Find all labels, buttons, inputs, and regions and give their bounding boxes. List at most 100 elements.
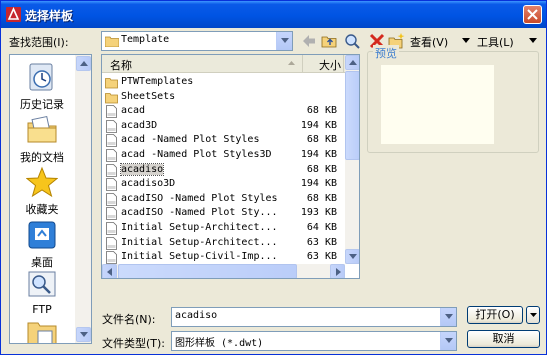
file-row[interactable]: acad -Named Plot Styles3D 194 KB (102, 148, 345, 162)
file-name: acadISO -Named Plot Sty... (121, 207, 278, 219)
favorites-star-icon (26, 166, 58, 198)
select-template-dialog: 选择样板 查找范围(I): Template 查看(V) 工具(L) 历史记录 … (0, 0, 547, 355)
autocad-app-icon (6, 7, 21, 22)
column-size-label: 大小 (319, 59, 341, 72)
dwt-file-icon (106, 178, 117, 192)
open-options-button[interactable] (526, 306, 540, 324)
chevron-down-icon (530, 313, 537, 317)
file-name: Initial Setup-Architect... (121, 236, 278, 248)
chevron-down-icon (445, 314, 453, 319)
folder-row[interactable]: PTWTemplates (102, 75, 345, 89)
scroll-right-button[interactable] (330, 264, 345, 278)
title-bar[interactable]: 选择样板 (1, 1, 546, 28)
chevron-right-icon (336, 268, 341, 276)
cancel-button[interactable]: 取消 (467, 330, 540, 348)
chevron-up-icon (80, 61, 88, 66)
file-size: 64 KB (306, 222, 337, 233)
file-name: acad (121, 105, 146, 117)
file-row[interactable]: Initial Setup-Architect... 64 KB (102, 221, 345, 235)
file-size: 63 KB (306, 236, 337, 248)
search-web-icon[interactable] (343, 32, 361, 50)
look-in-value: Template (121, 34, 170, 45)
file-size: 63 KB (306, 251, 337, 263)
preview-label: 预览 (373, 45, 399, 61)
file-name: SheetSets (121, 90, 176, 102)
preview-image (381, 65, 494, 144)
file-size: 68 KB (306, 192, 337, 204)
place-label: 收藏夹 (25, 203, 59, 216)
place-label: 我的文档 (20, 151, 64, 164)
chevron-down-icon (80, 332, 88, 337)
look-in-label: 查找范围(I): (9, 36, 69, 49)
look-in-combo[interactable]: Template (101, 31, 293, 51)
chevron-left-icon (107, 268, 112, 276)
file-name: acadiso (119, 162, 165, 176)
chevron-up-icon (349, 60, 357, 65)
scroll-thumb[interactable] (345, 71, 359, 160)
file-row[interactable]: acad 68 KB (102, 104, 345, 119)
file-row[interactable]: acad3D 194 KB (102, 119, 345, 133)
filename-dropdown-button[interactable] (440, 308, 456, 326)
filetype-dropdown-button[interactable] (440, 332, 456, 350)
scroll-down-button[interactable] (76, 327, 91, 342)
file-name: acad -Named Plot Styles (121, 134, 260, 146)
my-documents-icon (27, 115, 57, 143)
file-list-vertical-scrollbar[interactable] (345, 55, 359, 264)
dwt-file-icon (106, 105, 117, 119)
scroll-up-button[interactable] (76, 56, 91, 71)
ftp-icon (28, 271, 56, 297)
desktop-icon (28, 221, 56, 249)
dwt-file-icon (106, 192, 117, 206)
file-row[interactable]: Initial Setup-Civil-Imp... 63 KB (102, 250, 345, 265)
filetype-combo[interactable]: 图形样板 (*.dwt) (171, 331, 457, 351)
close-icon (527, 9, 538, 20)
close-button[interactable] (523, 5, 542, 24)
file-row[interactable]: acad -Named Plot Styles 68 KB (102, 133, 345, 148)
views-chevron-down-icon[interactable] (462, 38, 470, 43)
dwt-file-icon (106, 207, 117, 221)
chevron-down-icon (281, 38, 289, 43)
file-row[interactable]: acadiso 68 KB (102, 162, 345, 177)
file-list[interactable]: 名称 大小 PTWTemplates SheetSets acad 68 KB acad… (101, 54, 360, 279)
scroll-down-button[interactable] (345, 249, 359, 264)
column-header-name[interactable]: 名称 (102, 55, 303, 72)
look-in-dropdown-button[interactable] (276, 32, 292, 50)
up-one-level-icon[interactable] (321, 32, 339, 50)
column-header-size[interactable]: 大小 (303, 55, 344, 72)
file-row[interactable]: acadISO -Named Plot Sty... 193 KB (102, 206, 345, 221)
views-menu[interactable]: 查看(V) (410, 34, 448, 50)
tools-chevron-down-icon[interactable] (529, 38, 537, 43)
scroll-thumb[interactable] (118, 264, 297, 278)
filetype-value: 图形样板 (*.dwt) (175, 338, 264, 349)
chevron-down-icon (445, 338, 453, 343)
sort-arrow-icon (288, 61, 295, 65)
back-arrow-icon[interactable] (300, 32, 318, 50)
place-label: FTP (32, 303, 52, 316)
file-name: acadiso3D (121, 178, 176, 190)
folder-row[interactable]: SheetSets (102, 90, 345, 104)
file-row[interactable]: acadiso3D 194 KB (102, 177, 345, 192)
file-size: 194 KB (300, 149, 337, 160)
places-bar: 历史记录 我的文档 收藏夹 桌面 FTP (9, 54, 92, 344)
scroll-up-button[interactable] (345, 55, 359, 70)
file-row[interactable]: acadISO -Named Plot Styles 68 KB (102, 192, 345, 206)
places-scrollbar[interactable] (75, 55, 91, 343)
folder-icon (27, 322, 57, 343)
column-name-label: 名称 (110, 59, 132, 72)
dwt-file-icon (106, 236, 117, 250)
scroll-left-button[interactable] (102, 264, 117, 278)
file-size: 68 KB (306, 134, 337, 146)
file-row[interactable]: Initial Setup-Architect... 63 KB (102, 236, 345, 250)
file-list-horizontal-scrollbar[interactable] (102, 264, 345, 278)
file-name: PTWTemplates (121, 76, 194, 87)
folder-icon (105, 92, 118, 103)
place-label: 历史记录 (20, 98, 64, 111)
file-name: Initial Setup-Civil-Imp... (121, 251, 278, 263)
open-button[interactable]: 打开(O) (467, 306, 523, 324)
file-name: acad -Named Plot Styles3D (121, 149, 272, 160)
file-size: 193 KB (300, 207, 337, 219)
filename-combo[interactable]: acadiso (171, 307, 457, 327)
file-list-header: 名称 大小 (102, 55, 345, 73)
tools-menu[interactable]: 工具(L) (477, 34, 514, 50)
dwt-file-icon (106, 163, 117, 177)
